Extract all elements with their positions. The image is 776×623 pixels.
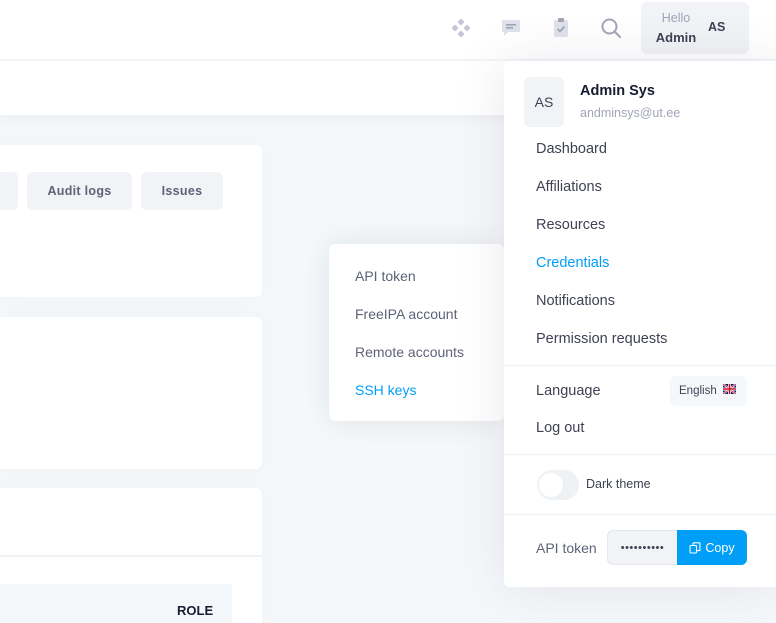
user-first-name: Admin (655, 30, 697, 45)
api-token-field[interactable]: •••••••••• (607, 530, 677, 565)
tab-issues[interactable]: Issues (141, 172, 223, 210)
tab-partial[interactable] (0, 172, 18, 210)
language-selector[interactable]: English (670, 376, 747, 406)
menu-item-language[interactable]: Language (536, 383, 601, 399)
tab-audit-logs[interactable]: Audit logs (27, 172, 132, 210)
menu-separator (504, 454, 776, 455)
tabs-card (0, 145, 262, 297)
menu-item-permission-requests[interactable]: Permission requests (536, 331, 667, 347)
copy-label: Copy (705, 540, 735, 555)
submenu-item-freeipa-account[interactable]: FreeIPA account (355, 306, 457, 322)
chat-icon[interactable] (499, 16, 523, 40)
menu-item-dashboard[interactable]: Dashboard (536, 141, 607, 157)
menu-item-notifications[interactable]: Notifications (536, 293, 615, 309)
menu-item-affiliations[interactable]: Affiliations (536, 179, 602, 195)
role-column-header: ROLE (177, 603, 214, 618)
avatar-initials: AS (534, 94, 554, 110)
clipboard-check-icon[interactable] (549, 16, 573, 40)
dark-theme-label: Dark theme (586, 477, 651, 491)
menu-item-resources[interactable]: Resources (536, 217, 605, 233)
divider (0, 555, 262, 557)
content-card (0, 317, 262, 469)
submenu-item-ssh-keys[interactable]: SSH keys (355, 382, 416, 398)
avatar: AS (524, 77, 564, 127)
grid-icon[interactable] (449, 16, 473, 40)
credentials-submenu: API token FreeIPA account Remote account… (329, 244, 504, 421)
user-email: andminsys@ut.ee (580, 106, 681, 120)
search-icon[interactable] (599, 16, 623, 40)
toggle-knob (539, 473, 563, 497)
copy-icon (689, 541, 701, 554)
menu-separator (504, 365, 776, 366)
api-token-label: API token (536, 540, 597, 556)
top-header: Hello Admin AS (0, 0, 776, 60)
user-menu-toggle[interactable]: Hello Admin AS (641, 2, 749, 54)
menu-item-log-out[interactable]: Log out (536, 420, 584, 436)
menu-item-credentials[interactable]: Credentials (536, 255, 609, 271)
copy-button[interactable]: Copy (677, 530, 747, 565)
user-dropdown-menu: AS Admin Sys andminsys@ut.ee Dashboard A… (504, 61, 776, 587)
submenu-item-api-token[interactable]: API token (355, 268, 416, 284)
hello-label: Hello (661, 11, 691, 25)
user-full-name: Admin Sys (580, 83, 655, 99)
submenu-item-remote-accounts[interactable]: Remote accounts (355, 344, 464, 360)
language-value: English (679, 385, 717, 397)
user-initials: AS (708, 20, 726, 34)
menu-separator (504, 514, 776, 515)
dark-theme-toggle[interactable] (537, 470, 579, 500)
uk-flag-icon (723, 384, 736, 394)
